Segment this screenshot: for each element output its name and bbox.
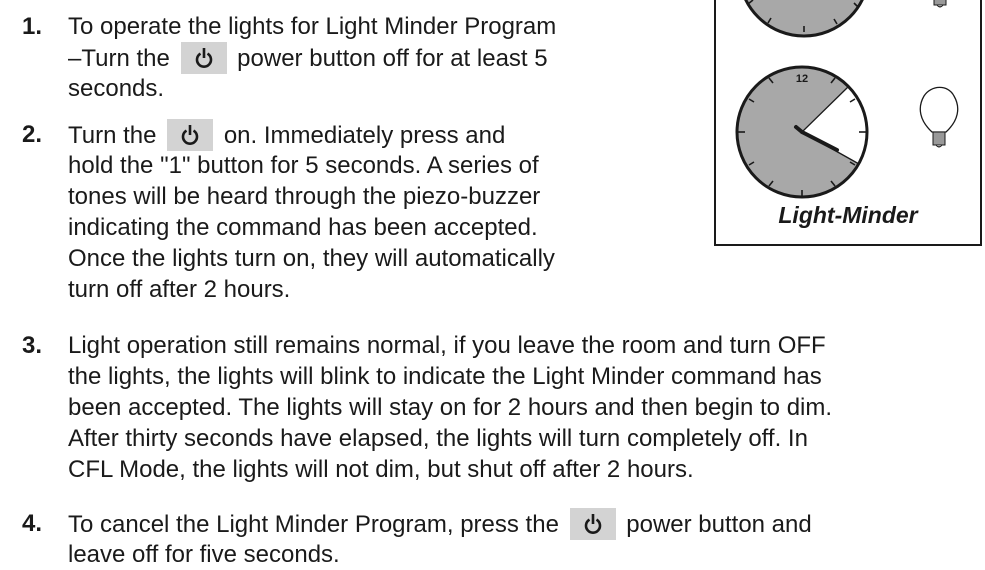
light-bulb-icon: [933, 0, 947, 8]
step-number: 4.: [22, 510, 43, 537]
light-minder-illustration: 12 Light-Minder: [714, 0, 982, 246]
step-line: the lights, the lights will blink to ind…: [68, 363, 822, 390]
step-2: 2. Turn the on. Immediately press and ho…: [22, 119, 712, 309]
step-text: To operate the lights for Light Minder P…: [68, 11, 556, 104]
step-line: seconds.: [68, 75, 165, 102]
illustration-caption: Light-Minder: [778, 202, 918, 228]
step-line: To cancel the Light Minder Program, pres…: [68, 508, 812, 540]
step-1: 1. To operate the lights for Light Minde…: [22, 11, 712, 107]
step-text: Light operation still remains normal, if…: [68, 330, 832, 485]
step-line: leave off for five seconds.: [68, 541, 340, 568]
step-4: 4. To cancel the Light Minder Program, p…: [22, 508, 982, 570]
step-text: To cancel the Light Minder Program, pres…: [68, 508, 812, 570]
step-line: turn off after 2 hours.: [68, 276, 291, 303]
clock-icon: 12: [735, 65, 869, 199]
clock-numeral: 12: [796, 73, 808, 85]
step-3: 3. Light operation still remains normal,…: [22, 330, 982, 490]
step-line: To operate the lights for Light Minder P…: [68, 13, 557, 40]
power-icon: [569, 508, 616, 540]
step-line: CFL Mode, the lights will not dim, but s…: [68, 456, 694, 483]
clock-top-icon: [744, 0, 864, 38]
step-line: tones will be heard through the piezo-bu…: [68, 183, 541, 210]
step-text: Turn the on. Immediately press and hold …: [68, 119, 555, 305]
step-number: 2.: [22, 121, 43, 148]
step-line: been accepted. The lights will stay on f…: [68, 394, 833, 421]
step-line: Once the lights turn on, they will autom…: [68, 245, 555, 272]
step-line: Light operation still remains normal, if…: [68, 332, 826, 359]
power-icon: [180, 42, 227, 74]
light-bulb-off-icon: [919, 86, 959, 148]
step-line: hold the "1" button for 5 seconds. A ser…: [68, 152, 539, 179]
step-line: Turn the on. Immediately press and: [68, 119, 555, 151]
step-number: 3.: [22, 332, 43, 359]
step-line: After thirty seconds have elapsed, the l…: [68, 425, 808, 452]
step-number: 1.: [22, 13, 43, 40]
step-line: indicating the command has been accepted…: [68, 214, 538, 241]
step-line: –Turn the power button off for at least …: [68, 42, 556, 74]
power-icon: [167, 119, 214, 151]
